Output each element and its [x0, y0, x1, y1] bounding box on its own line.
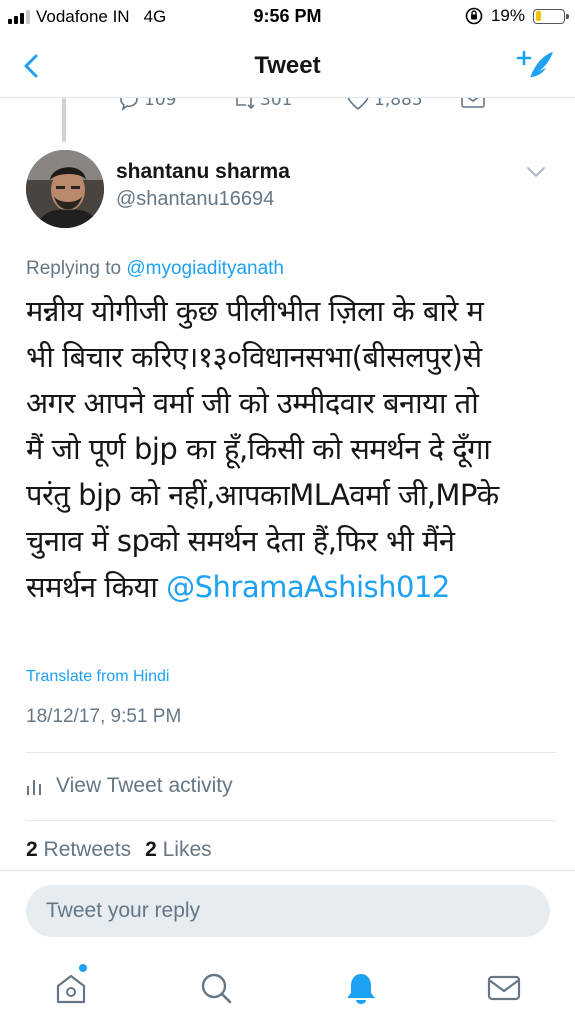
tweet-text-line: परंतु bjp को नहीं,आपकाMLAवर्मा जी,MPके [26, 478, 499, 512]
mention-link[interactable]: @ShramaAshish012 [166, 570, 450, 604]
profile-photo [26, 150, 104, 228]
activity-bars-icon [27, 780, 41, 795]
retweet-action[interactable]: 301 [232, 98, 292, 111]
home-icon [56, 974, 86, 1004]
unread-dot [79, 964, 87, 972]
tweet-options-button[interactable] [526, 164, 546, 178]
avatar[interactable] [26, 150, 104, 228]
tweet-stats: 2 Retweets 2 Likes [26, 838, 212, 862]
tweet-text-line: मैं जो पूर्ण bjp का हूँ,किसी को समर्थन द… [26, 432, 491, 466]
battery-percent: 19% [490, 6, 525, 25]
compose-tweet-icon [516, 50, 553, 80]
nav-bar: Tweet [0, 36, 575, 98]
retweets-count: 2 [26, 838, 38, 861]
author-handle[interactable]: @shantanu16694 [116, 188, 274, 211]
reply-icon [120, 98, 138, 111]
likes-count: 2 [145, 838, 157, 861]
view-tweet-activity[interactable]: View Tweet activity [26, 768, 556, 804]
retweet-icon [236, 98, 255, 110]
reply-input[interactable] [26, 885, 550, 937]
reply-action[interactable]: 109 [118, 98, 176, 111]
status-right: 19% [465, 6, 569, 26]
tweet-text-line: भी बिचार करिए।१३०विधानसभा(बीसलपुर)से [26, 340, 482, 374]
heart-icon [347, 98, 369, 110]
retweets-stat[interactable]: 2 Retweets [26, 838, 131, 862]
orientation-lock-icon [465, 7, 483, 25]
reply-bar [0, 870, 575, 954]
tab-messages[interactable] [484, 968, 524, 1008]
like-count: 1,885 [374, 98, 423, 110]
retweets-label: Retweets [43, 838, 132, 861]
bell-icon [347, 974, 375, 1004]
tweet-text-line: अगर आपने वर्मा जी को उम्मीदवार बनाया तो [26, 386, 479, 420]
envelope-icon [461, 98, 485, 108]
page-title: Tweet [254, 52, 321, 79]
reply-count: 109 [144, 98, 177, 110]
tweet-text-line: समर्थन किया [26, 570, 158, 604]
battery-level [535, 11, 541, 21]
mail-icon [487, 975, 521, 1001]
battery-icon [533, 8, 569, 24]
tweet-text-line: चुनाव में spको समर्थन देता हैं,फिर भी मै… [26, 524, 455, 558]
tab-notifications[interactable] [341, 968, 381, 1008]
search-icon [201, 973, 232, 1004]
direct-message-action[interactable] [460, 98, 486, 111]
tab-bar [0, 954, 575, 1024]
divider [26, 820, 556, 821]
tweet-text-line: मन्नीय योगीजी कुछ पीलीभीत ज़िला के बारे … [26, 294, 484, 328]
author-name[interactable]: shantanu sharma [116, 160, 290, 184]
replying-to-mention[interactable]: @myogiadityanath [126, 258, 284, 279]
retweet-count: 301 [260, 98, 293, 110]
tweet-text: मन्नीय योगीजी कुछ पीलीभीत ज़िला के बारे … [26, 288, 566, 610]
divider [26, 752, 556, 753]
chevron-down-icon [527, 167, 545, 178]
thread-line [62, 98, 66, 142]
translate-link[interactable]: Translate from Hindi [26, 668, 169, 686]
activity-label: View Tweet activity [56, 774, 233, 797]
tweet-text-last-line: समर्थन किया @ShramaAshish012 [26, 564, 566, 610]
replying-to: Replying to @myogiadityanath [26, 258, 284, 280]
tab-home[interactable] [51, 964, 91, 1008]
status-bar: Vodafone IN 4G 9:56 PM 19% [0, 0, 575, 36]
replying-prefix: Replying to [26, 258, 122, 279]
tweet-author: shantanu sharma @shantanu16694 [26, 150, 546, 230]
like-action[interactable]: 1,885 [346, 98, 423, 111]
previous-tweet-actions: 109 301 1,885 [0, 98, 575, 114]
tab-search[interactable] [196, 968, 236, 1008]
likes-stat[interactable]: 2 Likes [145, 838, 212, 862]
tweet-timestamp: 18/12/17, 9:51 PM [26, 706, 182, 727]
likes-label: Likes [162, 838, 212, 861]
compose-tweet-button[interactable] [515, 46, 557, 86]
